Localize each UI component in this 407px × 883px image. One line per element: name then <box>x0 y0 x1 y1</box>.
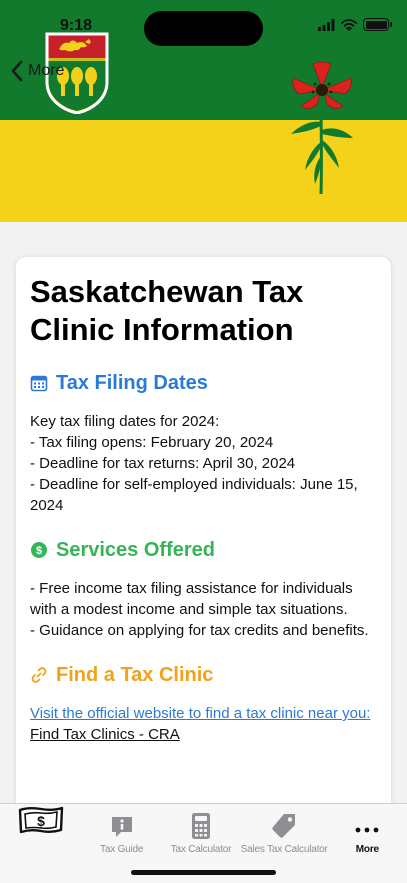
calculator-icon <box>192 813 211 839</box>
info-bubble-icon <box>111 817 132 837</box>
find-tax-clinics-cra-link[interactable]: Find Tax Clinics - CRA <box>30 726 180 743</box>
tab-label: Tax Calculator <box>170 844 232 855</box>
tab-home[interactable]: $ <box>0 804 82 883</box>
dollar-bill-icon: $ <box>18 806 64 834</box>
tax-filing-dates-text: Key tax filing dates for 2024: - Tax fil… <box>30 413 358 514</box>
saskatchewan-flag-header: More 9:18 <box>0 0 407 222</box>
find-tax-clinic-link-paragraph: Visit the official website to find a tax… <box>30 703 377 745</box>
section-heading-label: Services Offered <box>56 538 215 561</box>
signal-icon <box>318 18 335 31</box>
svg-text:$: $ <box>36 545 42 557</box>
page-title: Saskatchewan Tax Clinic Information <box>30 274 304 347</box>
status-time: 9:18 <box>60 17 93 34</box>
calendar-icon <box>30 375 48 392</box>
link-icon <box>31 667 47 683</box>
dollar-circle-icon: $ <box>31 542 47 558</box>
western-red-lily-icon <box>291 61 353 195</box>
section-heading-label: Tax Filing Dates <box>56 371 208 394</box>
section-heading-find-tax-clinic: Find a Tax Clinic <box>30 661 377 689</box>
svg-text:$: $ <box>37 813 45 829</box>
tab-label: Tax Guide <box>100 844 144 855</box>
official-website-link[interactable]: Visit the official website to find a tax… <box>30 705 370 722</box>
more-dots-icon <box>355 827 379 833</box>
tax-clinic-info-card: Saskatchewan Tax Clinic Information Tax … <box>16 257 391 857</box>
section-heading-label: Find a Tax Clinic <box>56 663 214 686</box>
section-heading-services-offered: $ Services Offered <box>30 536 377 564</box>
tab-more[interactable]: More <box>328 804 407 883</box>
services-offered-text: - Free income tax filing assistance for … <box>30 580 369 639</box>
status-icons <box>318 18 392 31</box>
home-indicator <box>131 870 276 875</box>
section-heading-tax-filing-dates: Tax Filing Dates <box>30 369 377 397</box>
chevron-left-icon <box>11 60 23 82</box>
tab-label: Sales Tax Calculator <box>240 844 328 855</box>
dynamic-island <box>144 11 263 46</box>
tab-label: More <box>355 844 379 855</box>
battery-icon <box>363 18 392 31</box>
wifi-icon <box>341 18 357 31</box>
price-tag-icon <box>272 814 296 838</box>
back-label: More <box>28 62 65 79</box>
back-button[interactable]: More <box>10 60 64 82</box>
